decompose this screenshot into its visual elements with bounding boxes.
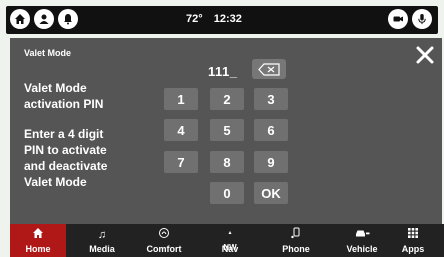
notification-bell-icon[interactable] [58,9,78,29]
nav-label: Phone [282,244,310,254]
nav-item-nav[interactable]: NW Nav [194,224,266,257]
nav-label: Comfort [146,244,182,254]
profile-icon[interactable] [34,9,54,29]
instruction-line: Enter a 4 digit [24,127,104,141]
microphone-icon[interactable] [412,9,432,29]
nav-label: Nav [221,244,239,254]
nav-item-comfort[interactable]: Comfort [128,224,200,257]
camera-icon[interactable] [388,9,408,29]
instructions: Enter a 4 digit PIN to activate and deac… [24,126,174,190]
outside-temperature: 72° [186,13,203,25]
nav-item-apps[interactable]: Apps [382,224,444,257]
key-8[interactable]: 8 [210,151,244,173]
home-status-icon[interactable] [10,9,30,29]
key-1[interactable]: 1 [164,88,198,110]
instruction-line: and deactivate [24,159,108,173]
key-7[interactable]: 7 [164,151,198,173]
page-title: Valet Mode [24,48,72,58]
key-3[interactable]: 3 [254,88,288,110]
key-2[interactable]: 2 [210,88,244,110]
key-5[interactable]: 5 [210,119,244,141]
bottom-nav-bar: Home ♫ Media Comfort NW Nav Phone Vehicl… [10,224,444,257]
instruction-line: Valet Mode [24,175,87,189]
backspace-button[interactable] [252,59,286,79]
clock: 12:32 [213,13,242,25]
compass-icon: NW [194,227,266,252]
backspace-icon [258,62,280,76]
status-readout: 72° 12:32 [186,13,242,25]
home-icon [10,227,66,243]
key-6[interactable]: 6 [254,119,288,141]
pin-label-line1: Valet Mode [24,81,87,95]
instruction-line: PIN to activate [24,143,107,157]
comfort-icon [128,227,200,243]
key-9[interactable]: 9 [254,151,288,173]
pin-label-line2: activation PIN [24,97,104,111]
key-0[interactable]: 0 [210,182,244,204]
valet-mode-panel: Valet Mode Valet Mode activation PIN Ent… [10,38,442,224]
apps-grid-icon [382,227,444,243]
pin-entry-field: 111_ [208,64,238,79]
ok-button[interactable]: OK [254,182,288,204]
nav-label: Apps [401,244,425,254]
nav-item-home[interactable]: Home [10,224,66,257]
key-4[interactable]: 4 [164,119,198,141]
phone-icon [260,227,332,243]
screen: 72° 12:32 Valet Mode Valet Mode activati… [0,0,444,257]
status-bar: 72° 12:32 [6,6,438,34]
activation-pin-label: Valet Mode activation PIN [24,80,174,112]
close-icon[interactable] [414,44,436,66]
nav-label: Home [25,244,51,254]
nav-item-phone[interactable]: Phone [260,224,332,257]
